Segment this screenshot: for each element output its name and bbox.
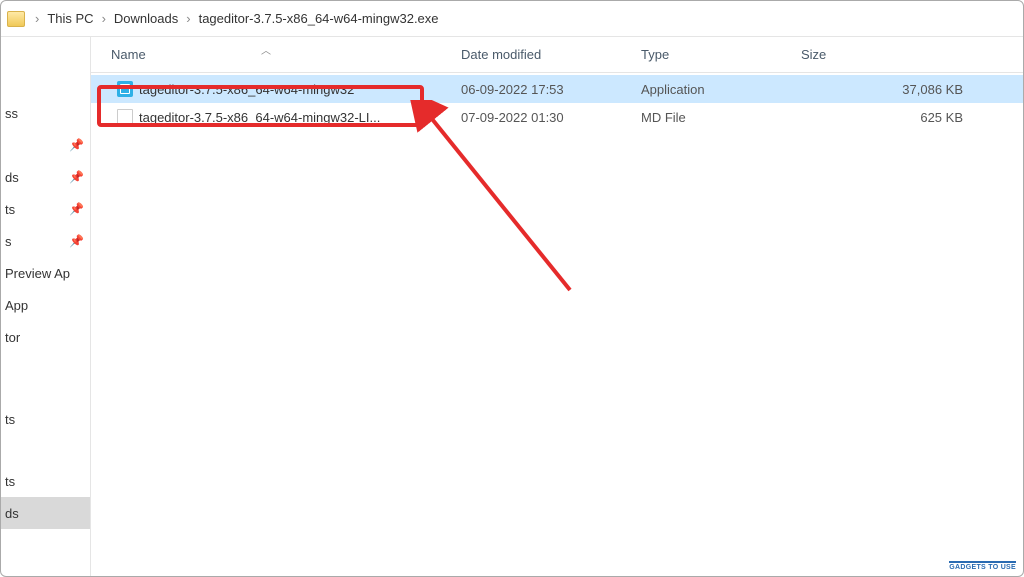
pin-icon: 📌 — [69, 234, 84, 248]
sidebar-item-label: ts — [5, 474, 15, 489]
sidebar-item-label: s — [5, 234, 12, 249]
chevron-right-icon: › — [27, 11, 47, 26]
document-icon — [117, 109, 133, 125]
column-header-date[interactable]: Date modified — [461, 47, 641, 62]
sidebar-item-label: ss — [5, 106, 18, 121]
sidebar-item-label: App — [5, 298, 28, 313]
chevron-right-icon: › — [178, 11, 198, 26]
sidebar-item[interactable]: tor — [1, 321, 90, 353]
breadcrumb-downloads[interactable]: Downloads — [114, 11, 178, 26]
file-row[interactable]: tageditor-3.7.5-x86_64-w64-mingw32 06-09… — [91, 75, 1023, 103]
sidebar-item[interactable]: s📌 — [1, 225, 90, 257]
file-type: MD File — [641, 110, 801, 125]
sidebar-item[interactable]: ts — [1, 403, 90, 435]
sidebar-item[interactable]: ds 📌 — [1, 161, 90, 193]
column-header-type[interactable]: Type — [641, 47, 801, 62]
sort-indicator-icon: ︿ — [261, 42, 271, 57]
sidebar-item-label: ds — [5, 170, 19, 185]
sidebar-item[interactable]: ss — [1, 97, 90, 129]
file-date: 06-09-2022 17:53 — [461, 82, 641, 97]
file-size: 37,086 KB — [801, 82, 1023, 97]
breadcrumb-current[interactable]: tageditor-3.7.5-x86_64-w64-mingw32.exe — [199, 11, 439, 26]
application-icon — [117, 81, 133, 97]
column-label: Name — [111, 47, 146, 62]
sidebar-item[interactable]: ts — [1, 465, 90, 497]
sidebar-item[interactable]: App — [1, 289, 90, 321]
sidebar-item[interactable]: ts 📌 — [1, 193, 90, 225]
sidebar-item-label: ts — [5, 202, 15, 217]
sidebar-item-label: ds — [5, 506, 19, 521]
file-list: tageditor-3.7.5-x86_64-w64-mingw32 06-09… — [91, 73, 1023, 576]
pin-icon: 📌 — [69, 170, 84, 184]
pin-icon: 📌 — [69, 138, 84, 152]
pin-icon: 📌 — [69, 202, 84, 216]
file-name: tageditor-3.7.5-x86_64-w64-mingw32 — [139, 82, 354, 97]
chevron-right-icon: › — [94, 11, 114, 26]
breadcrumb-this-pc[interactable]: This PC — [47, 11, 93, 26]
file-name: tageditor-3.7.5-x86_64-w64-mingw32-LI... — [139, 110, 380, 125]
file-type: Application — [641, 82, 801, 97]
file-pane: Name ︿ Date modified Type Size tageditor… — [91, 37, 1023, 576]
sidebar-item-label: Preview Ap — [5, 266, 70, 281]
file-row[interactable]: tageditor-3.7.5-x86_64-w64-mingw32-LI...… — [91, 103, 1023, 131]
file-size: 625 KB — [801, 110, 1023, 125]
column-headers: Name ︿ Date modified Type Size — [91, 37, 1023, 73]
sidebar-item[interactable]: Preview Ap — [1, 257, 90, 289]
file-date: 07-09-2022 01:30 — [461, 110, 641, 125]
sidebar-item[interactable]: ds — [1, 497, 90, 529]
column-header-size[interactable]: Size — [801, 47, 1023, 62]
folder-icon — [7, 11, 25, 27]
breadcrumb-bar[interactable]: › This PC › Downloads › tageditor-3.7.5-… — [1, 1, 1023, 37]
watermark: GADGETS TO USE — [949, 561, 1016, 571]
sidebar-item-label: tor — [5, 330, 20, 345]
sidebar-item[interactable]: 📌 — [1, 129, 90, 161]
sidebar: ss 📌 ds📌 ts📌 s📌 Preview Ap App tor ts ts… — [1, 37, 91, 576]
sidebar-item-label: ts — [5, 412, 15, 427]
column-header-name[interactable]: Name ︿ — [91, 47, 461, 62]
